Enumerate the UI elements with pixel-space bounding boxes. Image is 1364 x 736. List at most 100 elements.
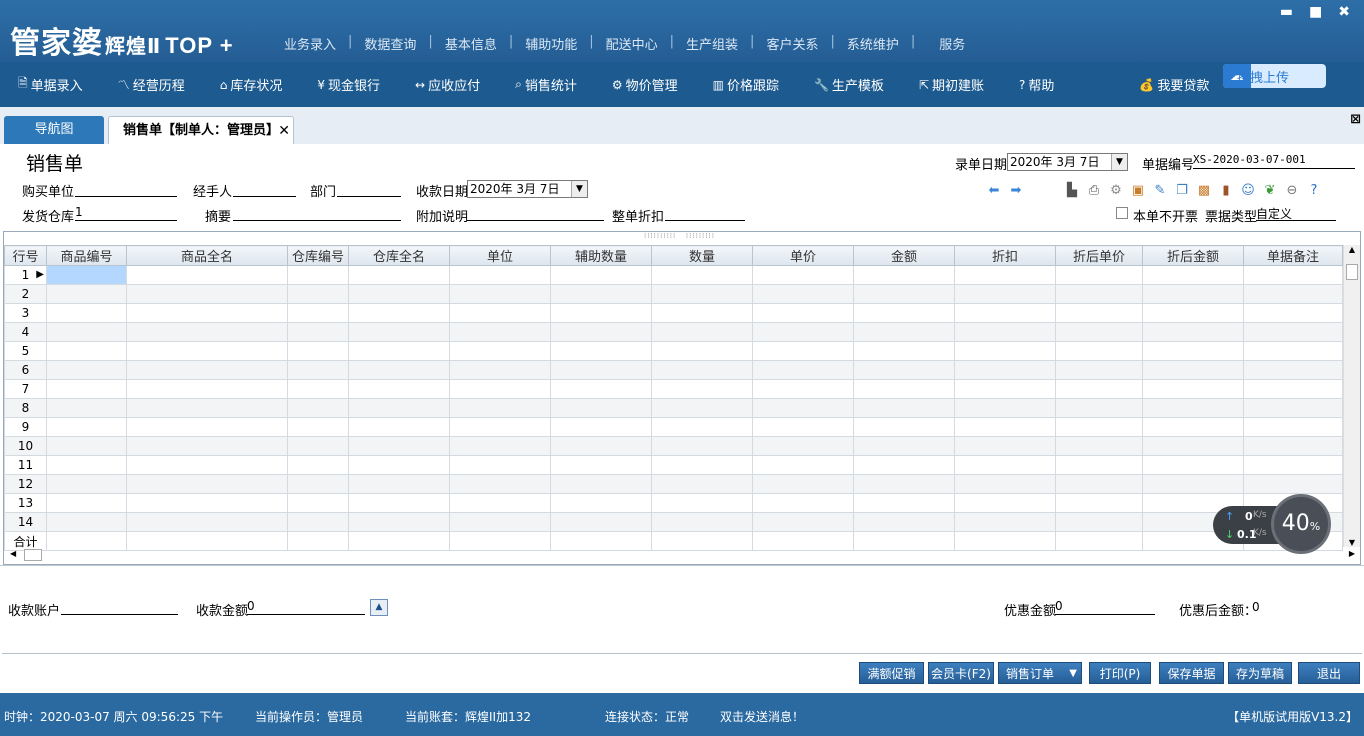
arrow-left-icon[interactable]: ⬅ bbox=[985, 182, 1003, 200]
toolbar-sales-stats[interactable]: ⌕ 销售统计 bbox=[497, 75, 577, 94]
scroll-up-icon[interactable]: ▲ bbox=[1344, 245, 1360, 254]
horizontal-scrollbar[interactable]: ◀ ▶ bbox=[8, 548, 1355, 562]
table-row[interactable]: 11 bbox=[4, 455, 1343, 475]
table-cell[interactable] bbox=[651, 474, 753, 494]
table-cell[interactable] bbox=[853, 303, 955, 323]
table-cell[interactable] bbox=[550, 455, 652, 475]
row-number[interactable]: 3 bbox=[4, 303, 47, 323]
table-cell[interactable] bbox=[752, 493, 854, 513]
table-cell[interactable] bbox=[126, 436, 288, 456]
table-cell[interactable] bbox=[1055, 512, 1143, 532]
table-row[interactable]: 6 bbox=[4, 360, 1343, 380]
table-cell[interactable] bbox=[46, 493, 127, 513]
box-icon[interactable]: ▩ bbox=[1195, 182, 1213, 200]
table-cell[interactable] bbox=[1243, 303, 1343, 323]
table-cell[interactable] bbox=[853, 417, 955, 437]
table-cell[interactable] bbox=[449, 493, 551, 513]
row-number[interactable]: 11 bbox=[4, 455, 47, 475]
table-cell[interactable] bbox=[550, 398, 652, 418]
table-cell[interactable] bbox=[853, 360, 955, 380]
table-cell[interactable] bbox=[1243, 474, 1343, 494]
table-cell[interactable] bbox=[287, 474, 349, 494]
table-cell[interactable] bbox=[1243, 341, 1343, 361]
table-cell[interactable] bbox=[853, 474, 955, 494]
table-cell[interactable] bbox=[126, 341, 288, 361]
table-cell[interactable] bbox=[348, 512, 450, 532]
table-cell[interactable] bbox=[126, 303, 288, 323]
table-cell[interactable] bbox=[126, 360, 288, 380]
table-cell[interactable] bbox=[1055, 398, 1143, 418]
table-cell[interactable] bbox=[550, 379, 652, 399]
table-cell[interactable] bbox=[752, 398, 854, 418]
table-cell[interactable] bbox=[1142, 341, 1244, 361]
row-number[interactable]: 6 bbox=[4, 360, 47, 380]
table-cell[interactable] bbox=[954, 265, 1056, 285]
table-cell[interactable] bbox=[1142, 417, 1244, 437]
table-cell[interactable] bbox=[126, 512, 288, 532]
table-cell[interactable] bbox=[348, 360, 450, 380]
close-icon[interactable]: ✖ bbox=[1338, 4, 1350, 20]
toolbar-help[interactable]: ? 帮助 bbox=[1001, 75, 1054, 95]
table-cell[interactable] bbox=[752, 436, 854, 456]
table-cell[interactable] bbox=[126, 265, 288, 285]
menu-data-query[interactable]: 数据查询 bbox=[352, 34, 428, 53]
table-cell[interactable] bbox=[348, 322, 450, 342]
table-cell[interactable] bbox=[449, 417, 551, 437]
bill-type-field[interactable]: 自定义 bbox=[1256, 205, 1336, 221]
receipt-account-field[interactable] bbox=[61, 599, 178, 615]
row-number[interactable]: 10 bbox=[4, 436, 47, 456]
table-cell[interactable] bbox=[853, 398, 955, 418]
table-cell[interactable] bbox=[126, 284, 288, 304]
chevron-down-icon[interactable]: ▼ bbox=[1111, 154, 1127, 170]
table-cell[interactable] bbox=[550, 417, 652, 437]
table-cell[interactable] bbox=[46, 303, 127, 323]
table-cell[interactable] bbox=[46, 474, 127, 494]
column-header[interactable]: 仓库编号 bbox=[287, 245, 349, 266]
row-number[interactable]: 14 bbox=[4, 512, 47, 532]
entry-date-picker[interactable]: 2020年 3月 7日 ▼ bbox=[1007, 153, 1128, 171]
table-cell[interactable] bbox=[1055, 341, 1143, 361]
table-cell[interactable] bbox=[1055, 265, 1143, 285]
table-cell[interactable] bbox=[752, 474, 854, 494]
table-cell[interactable] bbox=[46, 322, 127, 342]
table-cell[interactable] bbox=[1142, 455, 1244, 475]
table-cell[interactable] bbox=[853, 322, 955, 342]
discount-amount-field[interactable]: 0 bbox=[1055, 599, 1155, 615]
save-draft-button[interactable]: 存为草稿 bbox=[1228, 662, 1292, 684]
table-cell[interactable] bbox=[46, 265, 127, 285]
copy-icon[interactable]: ❐ bbox=[1173, 182, 1191, 200]
table-cell[interactable] bbox=[954, 341, 1056, 361]
table-cell[interactable] bbox=[287, 436, 349, 456]
column-header[interactable]: 辅助数量 bbox=[550, 245, 652, 266]
discount-field[interactable] bbox=[665, 205, 745, 221]
table-cell[interactable] bbox=[126, 493, 288, 513]
column-header[interactable]: 单价 bbox=[752, 245, 854, 266]
table-cell[interactable] bbox=[46, 379, 127, 399]
table-cell[interactable] bbox=[853, 379, 955, 399]
row-number[interactable]: 2 bbox=[4, 284, 47, 304]
table-cell[interactable] bbox=[1055, 303, 1143, 323]
table-cell[interactable] bbox=[853, 284, 955, 304]
table-cell[interactable] bbox=[1142, 284, 1244, 304]
table-cell[interactable] bbox=[853, 512, 955, 532]
table-cell[interactable] bbox=[1243, 398, 1343, 418]
column-header[interactable]: 折后金额 bbox=[1142, 245, 1244, 266]
table-row[interactable]: 4 bbox=[4, 322, 1343, 342]
table-cell[interactable] bbox=[287, 284, 349, 304]
table-cell[interactable] bbox=[954, 436, 1056, 456]
table-cell[interactable] bbox=[550, 341, 652, 361]
table-cell[interactable] bbox=[550, 265, 652, 285]
user-icon[interactable]: ☺ bbox=[1239, 182, 1257, 200]
table-cell[interactable] bbox=[1142, 474, 1244, 494]
table-cell[interactable] bbox=[954, 512, 1056, 532]
table-row[interactable]: 2 bbox=[4, 284, 1343, 304]
column-header[interactable]: 商品全名 bbox=[126, 245, 288, 266]
table-cell[interactable] bbox=[449, 360, 551, 380]
table-cell[interactable] bbox=[449, 284, 551, 304]
table-cell[interactable] bbox=[449, 322, 551, 342]
edit-icon[interactable]: ✎ bbox=[1151, 182, 1169, 200]
table-row[interactable]: 9 bbox=[4, 417, 1343, 437]
table-cell[interactable] bbox=[550, 322, 652, 342]
table-cell[interactable] bbox=[1055, 474, 1143, 494]
table-cell[interactable] bbox=[46, 455, 127, 475]
